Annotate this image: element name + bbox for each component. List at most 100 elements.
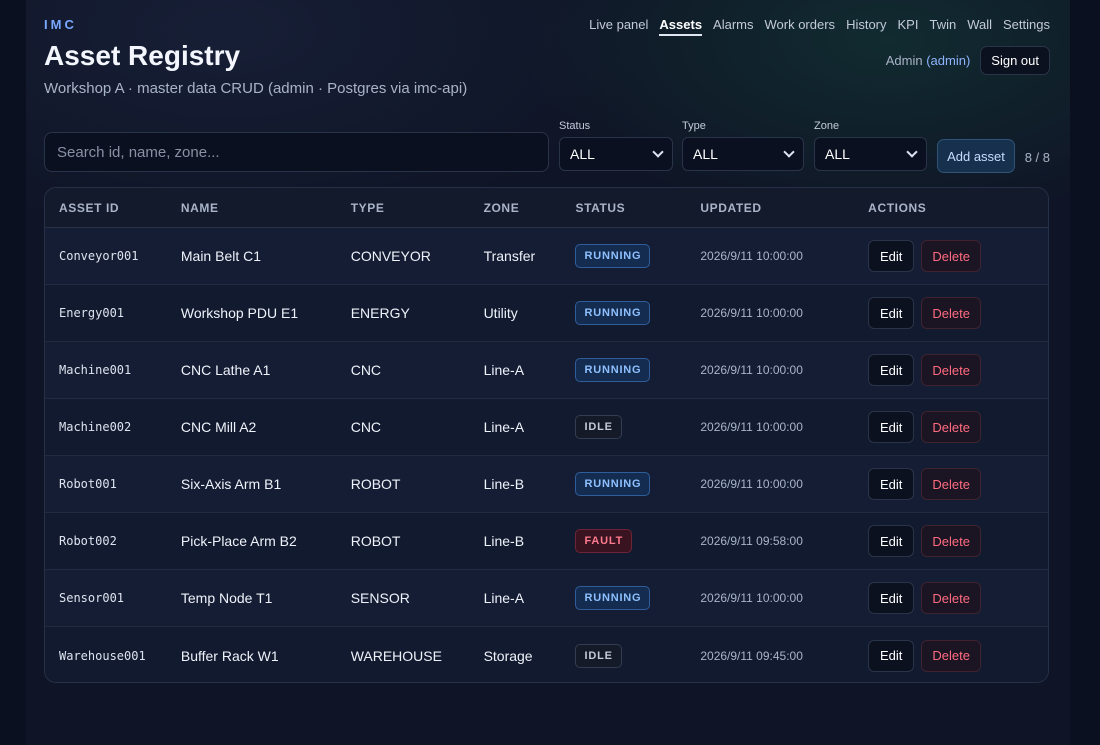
- asset-status-cell: RUNNING: [575, 472, 700, 496]
- table-header: ASSET ID NAME TYPE ZONE STATUS UPDATED A…: [45, 188, 1048, 228]
- asset-updated-cell: 2026/9/11 09:58:00: [700, 534, 803, 548]
- asset-zone-cell: Line-A: [483, 362, 525, 378]
- type-filter-label: Type: [682, 120, 706, 132]
- nav-alarms[interactable]: Alarms: [713, 17, 753, 36]
- status-select-value: ALL: [570, 146, 595, 162]
- chevron-down-icon: [652, 146, 664, 158]
- asset-updated-cell: 2026/9/11 10:00:00: [700, 420, 803, 434]
- brand-logo: IMC: [44, 17, 77, 32]
- asset-zone-cell: Line-A: [483, 419, 525, 435]
- table-row: Energy001 Workshop PDU E1 ENERGY Utility…: [45, 285, 1048, 342]
- table-row: Conveyor001 Main Belt C1 CONVEYOR Transf…: [45, 228, 1048, 285]
- asset-name-cell: Six-Axis Arm B1: [180, 476, 282, 492]
- status-badge: RUNNING: [575, 358, 651, 382]
- asset-updated-cell: 2026/9/11 10:00:00: [700, 591, 803, 605]
- asset-id-cell: Robot001: [59, 477, 117, 491]
- user-name: Admin: [885, 53, 923, 68]
- edit-button[interactable]: Edit: [868, 468, 915, 500]
- asset-updated-cell: 2026/9/11 10:00:00: [700, 306, 803, 320]
- asset-actions-cell: Edit Delete: [868, 525, 1048, 557]
- delete-button[interactable]: Delete: [921, 354, 982, 386]
- asset-zone-cell: Storage: [483, 647, 533, 664]
- edit-button[interactable]: Edit: [868, 354, 915, 386]
- asset-status-cell: RUNNING: [575, 301, 700, 325]
- edit-button[interactable]: Edit: [868, 525, 915, 557]
- asset-id-cell: Warehouse001: [59, 648, 146, 663]
- asset-zone-cell: Line-A: [483, 590, 525, 606]
- delete-button[interactable]: Delete: [921, 240, 982, 272]
- asset-id-cell: Machine001: [59, 363, 132, 377]
- col-actions: ACTIONS: [868, 200, 927, 215]
- status-badge: RUNNING: [575, 586, 651, 610]
- user-area: Admin (admin) Sign out: [886, 46, 1050, 75]
- asset-status-cell: RUNNING: [575, 358, 700, 382]
- user-info: Admin (admin): [886, 53, 971, 68]
- type-select-value: ALL: [693, 146, 718, 162]
- status-filter: Status ALL: [559, 120, 673, 171]
- assets-table: ASSET ID NAME TYPE ZONE STATUS UPDATED A…: [44, 187, 1049, 683]
- table-row: Robot002 Pick-Place Arm B2 ROBOT Line-B …: [45, 513, 1048, 570]
- edit-button[interactable]: Edit: [868, 240, 915, 272]
- asset-id-cell: Machine002: [59, 420, 132, 434]
- chevron-down-icon: [906, 146, 918, 158]
- result-count: 8 / 8: [1024, 150, 1050, 165]
- search-input[interactable]: [44, 132, 549, 172]
- page-subtitle: Workshop A · master data CRUD (admin · P…: [44, 80, 468, 97]
- sign-out-button[interactable]: Sign out: [980, 46, 1050, 75]
- delete-button[interactable]: Delete: [921, 525, 982, 557]
- asset-status-cell: RUNNING: [575, 586, 700, 610]
- zone-select-value: ALL: [825, 146, 850, 162]
- nav-history[interactable]: History: [846, 17, 886, 36]
- asset-id-cell: Sensor001: [59, 591, 125, 605]
- status-filter-label: Status: [559, 120, 591, 132]
- chevron-down-icon: [783, 146, 795, 158]
- delete-button[interactable]: Delete: [921, 639, 982, 672]
- asset-name-cell: Temp Node T1: [180, 590, 273, 606]
- delete-button[interactable]: Delete: [921, 411, 982, 443]
- asset-actions-cell: Edit Delete: [868, 297, 1048, 329]
- asset-status-cell: IDLE: [575, 415, 700, 439]
- col-type: TYPE: [350, 200, 385, 215]
- asset-type-cell: ROBOT: [350, 476, 401, 492]
- asset-type-cell: CNC: [350, 362, 382, 378]
- col-asset-id: ASSET ID: [59, 200, 120, 215]
- delete-button[interactable]: Delete: [921, 468, 982, 500]
- nav-work-orders[interactable]: Work orders: [765, 17, 836, 36]
- top-nav: Live panel Assets Alarms Work orders His…: [589, 17, 1050, 36]
- asset-type-cell: ENERGY: [350, 305, 410, 321]
- asset-status-cell: FAULT: [575, 529, 700, 553]
- col-name: NAME: [180, 200, 219, 215]
- asset-name-cell: Workshop PDU E1: [180, 305, 299, 321]
- table-body: Conveyor001 Main Belt C1 CONVEYOR Transf…: [45, 228, 1048, 682]
- status-badge: RUNNING: [575, 301, 651, 325]
- status-badge: RUNNING: [575, 472, 651, 496]
- nav-settings[interactable]: Settings: [1003, 17, 1050, 36]
- nav-assets[interactable]: Assets: [659, 17, 703, 36]
- status-badge: FAULT: [575, 529, 633, 553]
- asset-zone-cell: Line-B: [483, 533, 525, 549]
- status-select[interactable]: ALL: [559, 137, 673, 171]
- asset-status-cell: IDLE: [575, 643, 700, 668]
- user-role: (admin): [926, 53, 971, 68]
- asset-actions-cell: Edit Delete: [868, 639, 1048, 672]
- zone-filter: Zone ALL: [814, 120, 927, 171]
- col-updated: UPDATED: [700, 200, 762, 215]
- nav-kpi[interactable]: KPI: [898, 17, 919, 36]
- type-filter: Type ALL: [682, 120, 804, 171]
- table-row: Machine001 CNC Lathe A1 CNC Line-A RUNNI…: [45, 342, 1048, 399]
- asset-actions-cell: Edit Delete: [868, 240, 1048, 272]
- edit-button[interactable]: Edit: [868, 582, 915, 614]
- type-select[interactable]: ALL: [682, 137, 804, 171]
- asset-name-cell: Buffer Rack W1: [180, 647, 279, 664]
- edit-button[interactable]: Edit: [868, 411, 915, 443]
- nav-wall[interactable]: Wall: [967, 17, 992, 36]
- nav-twin[interactable]: Twin: [929, 17, 956, 36]
- edit-button[interactable]: Edit: [868, 297, 915, 329]
- nav-live-panel[interactable]: Live panel: [589, 17, 648, 36]
- zone-select[interactable]: ALL: [814, 137, 927, 171]
- delete-button[interactable]: Delete: [921, 297, 982, 329]
- delete-button[interactable]: Delete: [921, 582, 982, 614]
- asset-actions-cell: Edit Delete: [868, 468, 1048, 500]
- add-asset-button[interactable]: Add asset: [937, 139, 1015, 173]
- edit-button[interactable]: Edit: [868, 639, 915, 672]
